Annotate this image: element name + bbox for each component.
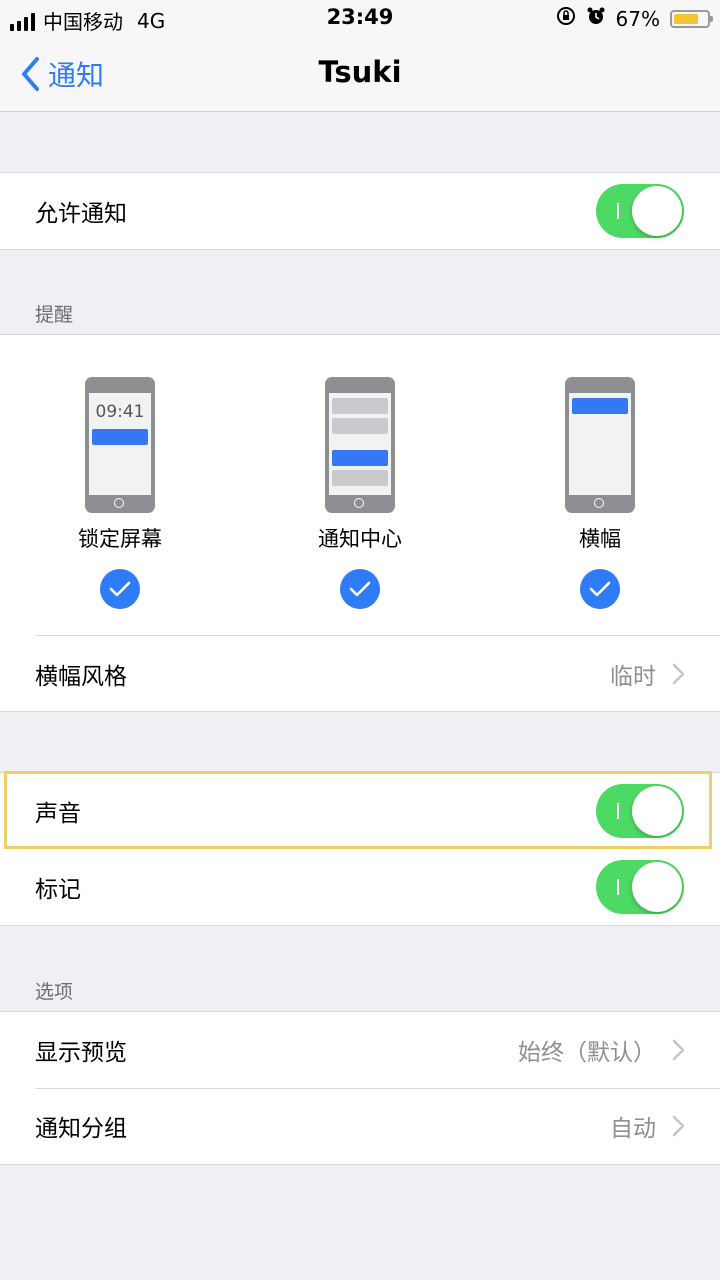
sound-badge-group: 声音 标记 [0,772,720,926]
banner-style-value: 临时 [610,664,656,690]
notification-center-preview-icon[interactable] [325,377,395,513]
options-section-header: 选项 [35,981,74,1003]
phone-time: 09:41 [95,402,145,422]
chevron-right-icon [672,1039,685,1061]
banners-checkmark-icon[interactable] [580,569,620,609]
allow-notifications-group: 允许通知 [0,172,720,250]
badge-label: 标记 [35,877,81,903]
banner-style-row[interactable]: 横幅风格 临时 [0,636,720,712]
banners-label: 横幅 [579,527,621,551]
alarm-icon [586,6,606,31]
alert-styles: 09:41 锁定屏幕 通知中心 横幅 [0,335,720,635]
lock-screen-label: 锁定屏幕 [78,527,162,551]
chevron-right-icon [672,663,685,685]
banner-style-label: 横幅风格 [35,664,127,690]
notification-grouping-label: 通知分组 [35,1116,127,1142]
sound-row: 声音 [0,773,720,849]
show-preview-label: 显示预览 [35,1040,127,1066]
chevron-right-icon [672,1115,685,1137]
badge-toggle[interactable] [596,860,684,914]
lock-screen-preview-icon[interactable]: 09:41 [85,377,155,513]
allow-notifications-row: 允许通知 [0,173,720,249]
status-bar: 中国移动 4G 23:49 67% [0,0,720,36]
battery-percent: 67% [615,6,660,31]
notification-grouping-value: 自动 [610,1116,656,1142]
navigation-bar: 通知 Tsuki [0,36,720,112]
battery-icon [670,9,713,28]
show-preview-row[interactable]: 显示预览 始终（默认） [0,1012,720,1088]
badge-row: 标记 [0,849,720,925]
status-right: 67% [556,6,713,31]
orientation-lock-icon [556,6,576,31]
alerts-group: 09:41 锁定屏幕 通知中心 横幅 横幅风格 临时 [0,334,720,712]
alerts-section-header: 提醒 [35,304,74,326]
banners-preview-icon[interactable] [565,377,635,513]
notification-grouping-row[interactable]: 通知分组 自动 [0,1088,720,1164]
allow-notifications-label: 允许通知 [35,201,127,227]
page-title: Tsuki [318,55,402,89]
sound-toggle[interactable] [596,784,684,838]
notification-center-checkmark-icon[interactable] [340,569,380,609]
sound-label: 声音 [35,801,81,827]
allow-notifications-toggle[interactable] [596,184,684,238]
options-group: 显示预览 始终（默认） 通知分组 自动 [0,1011,720,1165]
show-preview-value: 始终（默认） [518,1040,656,1066]
lock-screen-checkmark-icon[interactable] [100,569,140,609]
notification-center-label: 通知中心 [318,527,402,551]
